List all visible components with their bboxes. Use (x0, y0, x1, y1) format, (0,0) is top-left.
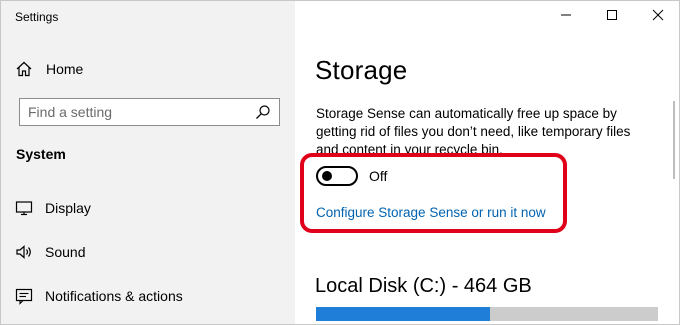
page-title: Storage (315, 55, 408, 85)
sidebar-item-label: Display (45, 200, 91, 216)
disk-title: Local Disk (C:) - 464 GB (315, 275, 532, 297)
home-label: Home (46, 61, 84, 77)
search-input[interactable]: Find a setting (19, 98, 280, 126)
minimize-button[interactable] (543, 1, 589, 33)
maximize-icon (606, 8, 618, 26)
window-controls (543, 1, 679, 33)
section-title: System (16, 146, 66, 162)
search-placeholder: Find a setting (28, 104, 113, 120)
settings-window: Settings Home Find a setting System Disp… (0, 0, 680, 325)
sidebar-item-home[interactable]: Home (15, 59, 83, 79)
sidebar-item-sound[interactable]: Sound (15, 242, 85, 262)
scrollbar[interactable] (673, 101, 675, 179)
main-content: Storage Storage Sense can automatically … (295, 1, 679, 324)
sidebar-item-notifications[interactable]: Notifications & actions (15, 286, 183, 306)
minimize-icon (560, 8, 572, 26)
maximize-button[interactable] (589, 1, 635, 33)
sidebar-item-label: Sound (45, 244, 86, 260)
home-icon (15, 60, 33, 78)
red-highlight-annotation (300, 153, 567, 233)
notification-icon (15, 287, 33, 305)
app-title: Settings (15, 10, 59, 24)
sidebar-item-display[interactable]: Display (15, 198, 91, 218)
disk-usage-bar (316, 307, 658, 321)
search-icon[interactable] (255, 104, 271, 120)
sidebar-item-label: Notifications & actions (45, 288, 183, 304)
disk-usage-fill (316, 307, 491, 321)
sidebar: Settings Home Find a setting System Disp… (1, 1, 295, 324)
storage-sense-description: Storage Sense can automatically free up … (316, 106, 631, 157)
display-icon (15, 199, 33, 217)
speaker-icon (15, 243, 33, 261)
close-button[interactable] (635, 1, 679, 33)
close-icon (652, 8, 664, 26)
